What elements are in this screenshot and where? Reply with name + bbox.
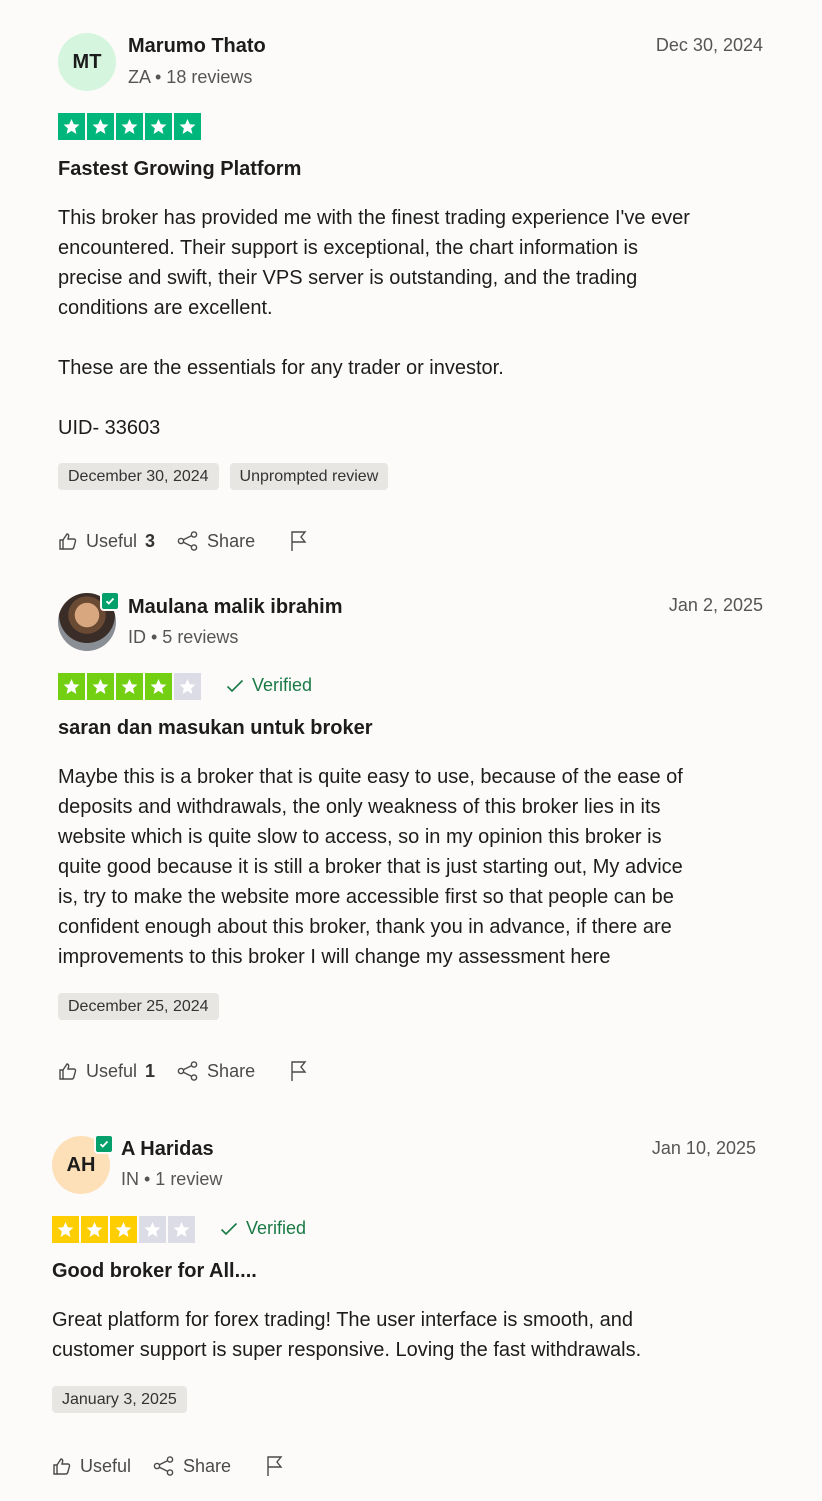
thumbs-up-icon: [58, 531, 78, 551]
useful-count: 3: [145, 530, 156, 551]
review-actions: Useful Share: [52, 1455, 307, 1477]
star-icon: [52, 1216, 79, 1243]
review-card: AH A Haridas IN • 1 review Jan 10, 2025 …: [0, 1120, 822, 1501]
reviewer-name[interactable]: Marumo Thato: [128, 35, 266, 58]
check-icon: [226, 679, 244, 693]
thumbs-up-icon: [58, 1061, 78, 1081]
useful-button[interactable]: Useful: [52, 1456, 131, 1477]
useful-button[interactable]: Useful 1: [58, 1061, 155, 1082]
star-icon: [174, 113, 201, 140]
flag-icon: [289, 530, 309, 552]
star-icon: [174, 673, 201, 700]
report-button[interactable]: [289, 1060, 309, 1082]
star-icon: [116, 113, 143, 140]
avatar-initials: AH: [66, 1153, 96, 1176]
star-icon: [139, 1216, 166, 1243]
review-actions: Useful 3 Share: [58, 530, 331, 552]
reviewer-meta: IN • 1 review: [121, 1169, 223, 1189]
star-icon: [110, 1216, 137, 1243]
review-body: This broker has provided me with the fin…: [58, 207, 690, 439]
useful-button[interactable]: Useful 3: [58, 531, 155, 552]
review-tags: January 3, 2025: [52, 1386, 187, 1413]
avatar[interactable]: MT: [58, 33, 116, 91]
review-date: Jan 2, 2025: [668, 595, 763, 615]
review-date: Dec 30, 2024: [655, 35, 763, 55]
check-icon: [220, 1222, 238, 1236]
star-icon: [145, 113, 172, 140]
review-title[interactable]: Fastest Growing Platform: [58, 158, 301, 181]
share-label: Share: [207, 1060, 256, 1081]
star-icon: [145, 673, 172, 700]
flag-icon: [289, 1060, 309, 1082]
star-icon: [81, 1216, 108, 1243]
share-icon: [153, 1456, 175, 1476]
share-icon: [177, 531, 199, 551]
review-title[interactable]: Good broker for All....: [52, 1260, 257, 1283]
reviewer-meta: ZA • 18 reviews: [128, 67, 253, 87]
date-of-experience-tag: December 25, 2024: [58, 993, 219, 1020]
review-body: Maybe this is a broker that is quite eas…: [58, 766, 683, 968]
avatar-initials: MT: [72, 50, 102, 73]
star-icon: [87, 673, 114, 700]
star-icon: [58, 673, 85, 700]
thumbs-up-icon: [52, 1456, 72, 1476]
verified-badge-icon: [94, 1134, 114, 1154]
share-label: Share: [207, 530, 256, 551]
star-icon: [87, 113, 114, 140]
avatar[interactable]: AH: [52, 1134, 114, 1194]
verified-label[interactable]: Verified: [220, 1218, 306, 1239]
avatar[interactable]: [58, 591, 120, 651]
reviewer-name[interactable]: A Haridas: [121, 1138, 214, 1161]
useful-count: 1: [145, 1060, 156, 1081]
date-of-experience-tag: January 3, 2025: [52, 1386, 187, 1413]
reviewer-name[interactable]: Maulana malik ibrahim: [128, 596, 343, 619]
report-button[interactable]: [265, 1455, 285, 1477]
review-date: Jan 10, 2025: [651, 1138, 756, 1158]
share-button[interactable]: Share: [153, 1456, 231, 1477]
review-tags: December 25, 2024: [58, 993, 219, 1020]
review-card: MT Marumo Thato ZA • 18 reviews Dec 30, …: [0, 0, 822, 580]
star-icon: [58, 113, 85, 140]
review-body: Great platform for forex trading! The us…: [52, 1309, 642, 1361]
share-icon: [177, 1061, 199, 1081]
review-card: Maulana malik ibrahim ID • 5 reviews Jan…: [0, 580, 822, 1110]
share-button[interactable]: Share: [177, 1061, 255, 1082]
flag-icon: [265, 1455, 285, 1477]
useful-label: Useful: [86, 530, 138, 551]
verified-text: Verified: [246, 1218, 307, 1238]
verified-text: Verified: [252, 675, 313, 695]
share-label: Share: [183, 1455, 232, 1476]
date-of-experience-tag: December 30, 2024: [58, 463, 219, 490]
share-button[interactable]: Share: [177, 531, 255, 552]
reviewer-meta: ID • 5 reviews: [128, 627, 239, 647]
verified-badge-icon: [100, 591, 120, 611]
unprompted-review-tag[interactable]: Unprompted review: [229, 463, 389, 490]
useful-label: Useful: [80, 1455, 132, 1476]
star-icon: [168, 1216, 195, 1243]
review-tags: December 30, 2024 Unprompted review: [58, 463, 389, 490]
verified-label[interactable]: Verified: [226, 675, 312, 696]
report-button[interactable]: [289, 530, 309, 552]
star-icon: [116, 673, 143, 700]
review-title[interactable]: saran dan masukan untuk broker: [58, 717, 373, 740]
review-actions: Useful 1 Share: [58, 1060, 331, 1082]
useful-label: Useful: [86, 1060, 138, 1081]
star-rating: [52, 1216, 195, 1243]
star-rating: [58, 673, 201, 700]
star-rating: [58, 113, 201, 140]
